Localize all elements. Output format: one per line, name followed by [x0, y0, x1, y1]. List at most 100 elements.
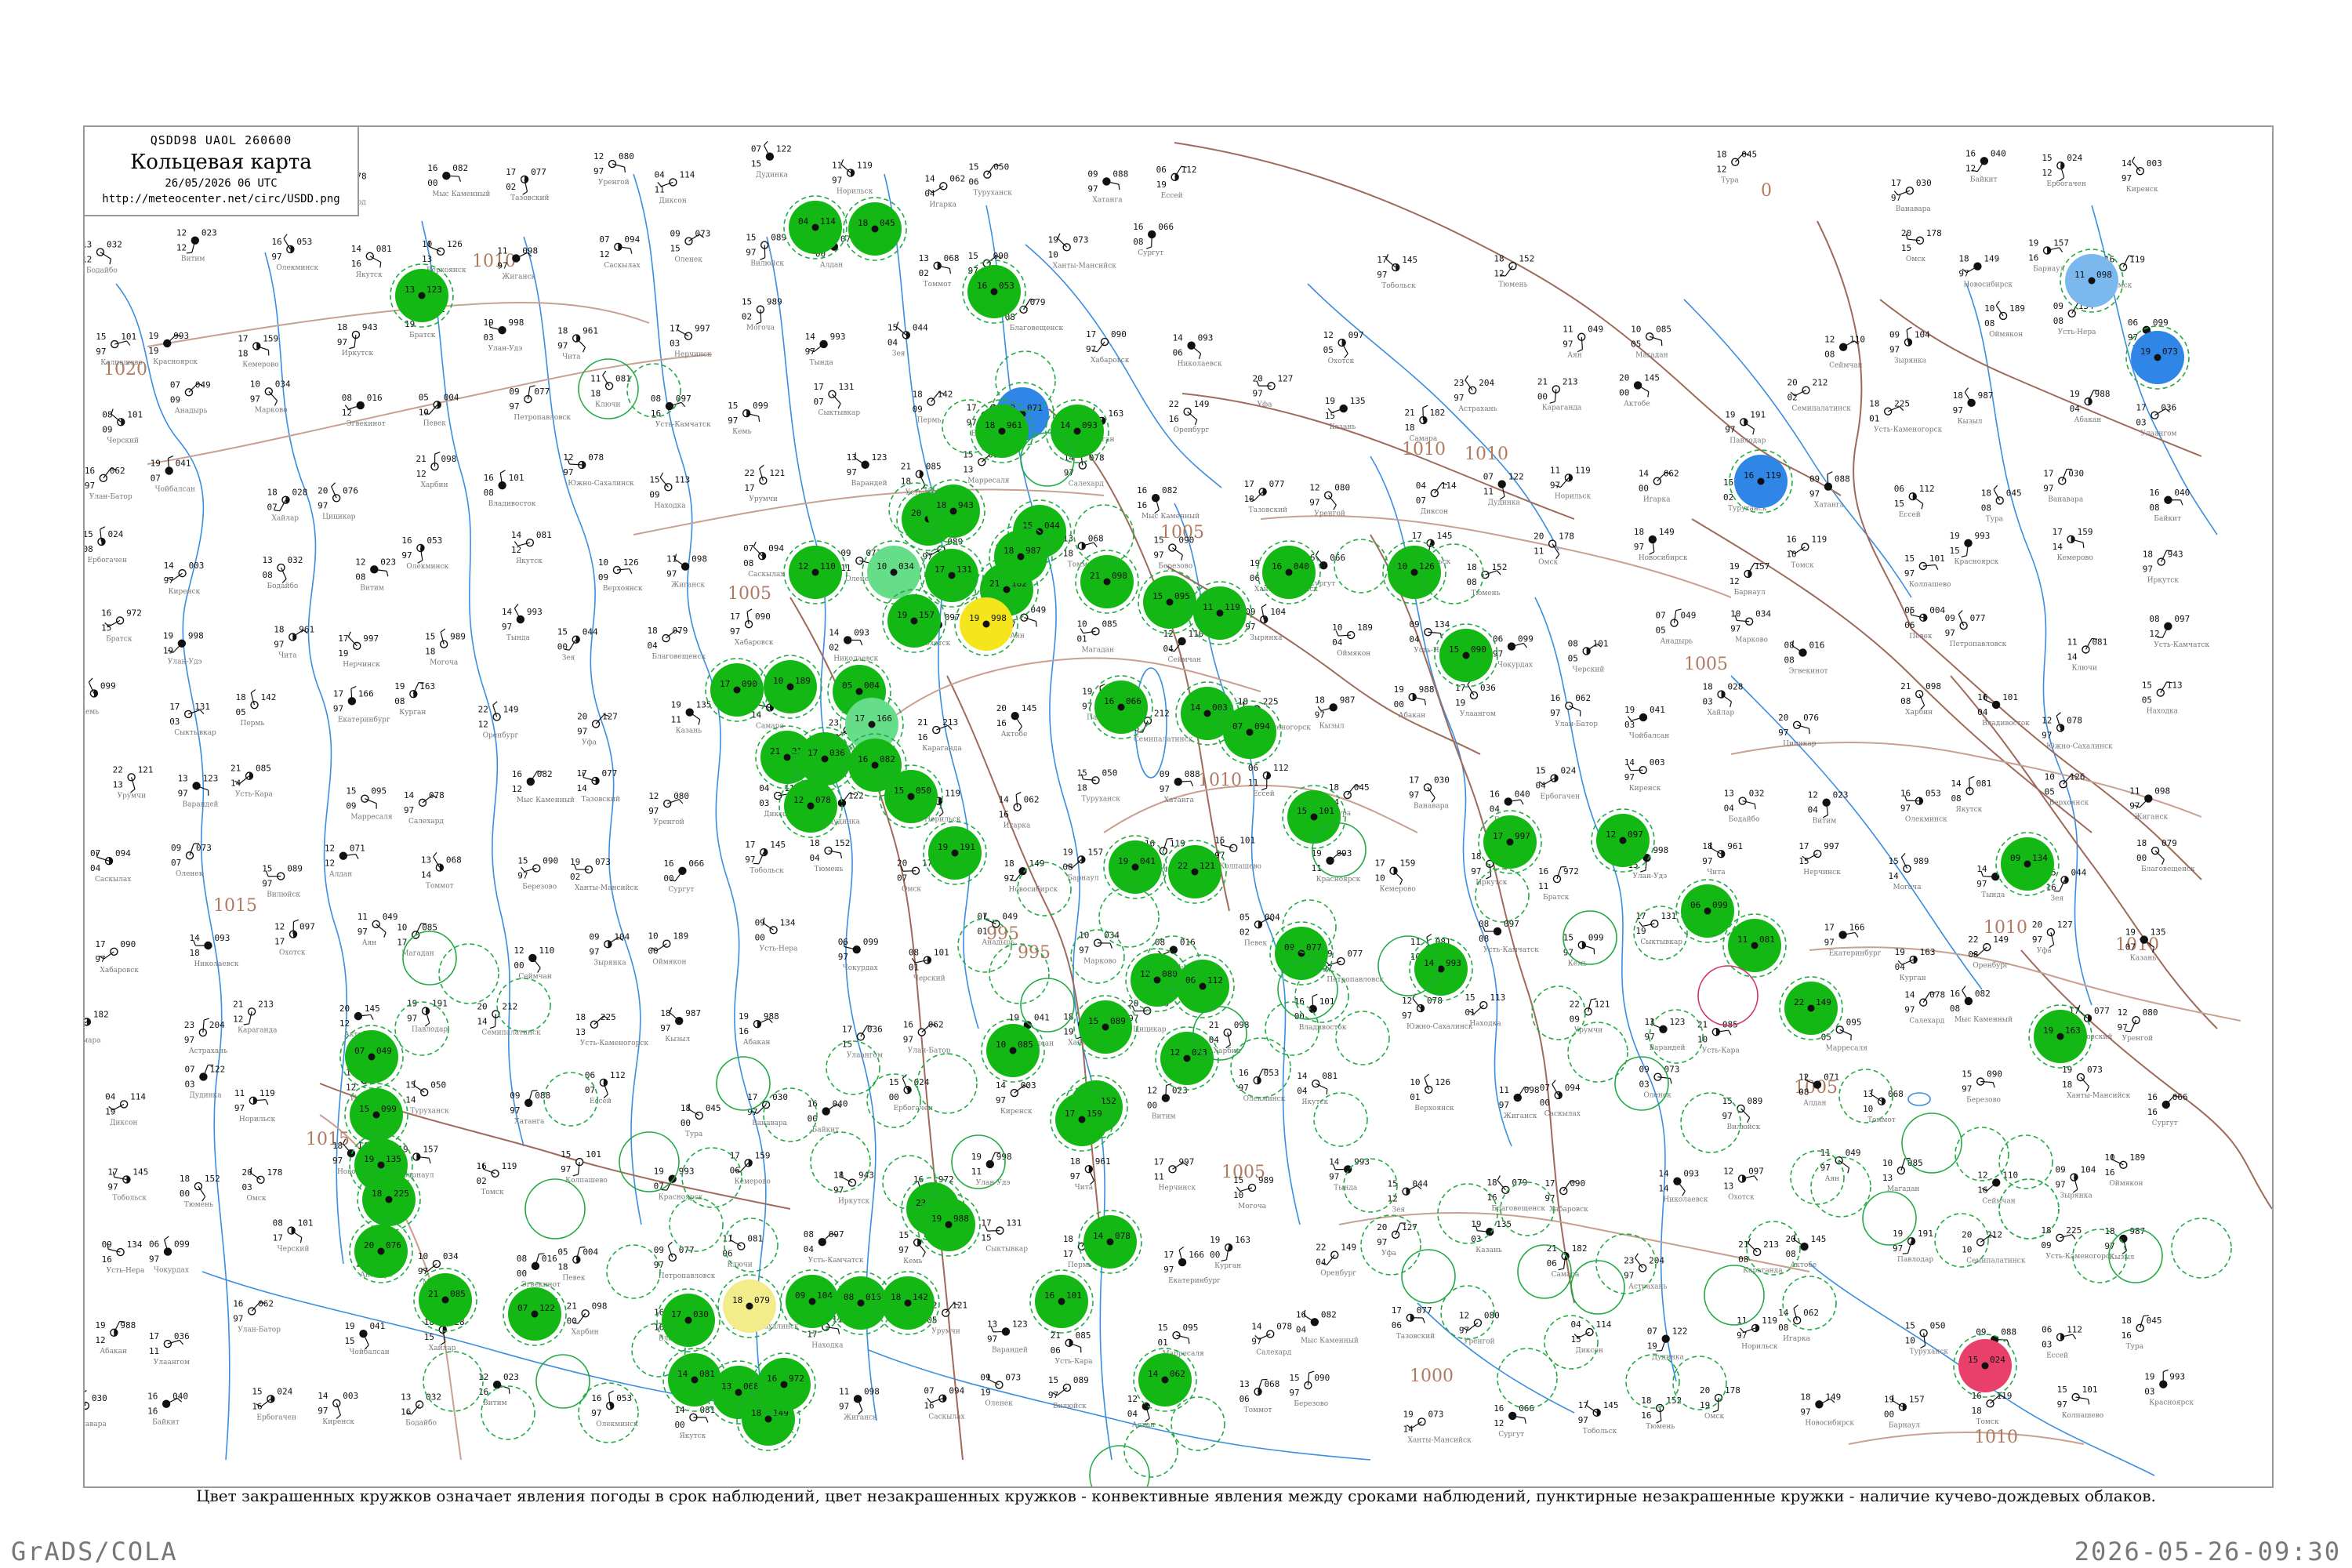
station-plot[interactable]: 19 99315 — [1950, 531, 1991, 557]
station-plot[interactable]: 1919197 — [1725, 409, 1766, 435]
station-plot[interactable]: 1104997 — [358, 912, 398, 938]
station-plot[interactable]: 07 04909 — [170, 379, 211, 405]
station-plot[interactable]: 2320497 — [1454, 375, 1494, 403]
station-plot[interactable]: 1104997 — [1820, 1148, 1861, 1174]
station-plot[interactable]: 1716697 — [1824, 922, 1865, 947]
station-plot[interactable]: 16 11902 — [477, 1161, 517, 1186]
station-plot[interactable]: 18 15208 — [1466, 562, 1507, 587]
station-plot[interactable]: 10 03497 — [1079, 931, 1120, 956]
station-plot[interactable]: 13 06810 — [1863, 1089, 1904, 1114]
station-plot[interactable]: 17 07718 — [1244, 479, 1285, 504]
weather-circle[interactable]: 99314 — [1409, 937, 1473, 1001]
station-plot[interactable]: 05 00410 — [419, 392, 459, 417]
station-plot[interactable]: 16 10108 — [484, 470, 524, 498]
station-plot[interactable]: 16 97211 — [1538, 866, 1579, 891]
station-plot[interactable]: 16 11910 — [1786, 535, 1827, 560]
convective-outline[interactable] — [481, 1385, 535, 1440]
weather-circle[interactable]: 10115 — [1282, 785, 1346, 849]
station-plot[interactable]: 21 08514 — [230, 764, 271, 789]
station-plot[interactable]: 1312397 — [987, 1319, 1028, 1344]
station-plot[interactable]: 09 07315 — [670, 229, 710, 254]
station-plot[interactable]: 18 07900 — [2136, 838, 2177, 865]
station-plot[interactable]: 19 98816 — [739, 1011, 779, 1036]
station-plot[interactable]: 16 08204 — [1296, 1309, 1337, 1334]
station-plot[interactable]: 19 13511 — [671, 700, 712, 725]
station-plot[interactable]: 06 11219 — [1156, 165, 1197, 190]
station-plot[interactable]: 04 11407 — [1416, 481, 1457, 506]
station-plot[interactable]: 14 08108 — [1951, 775, 1991, 804]
station-plot[interactable]: 20 17815 — [1901, 228, 1942, 253]
station-plot[interactable]: 07 12219 — [1647, 1327, 1688, 1352]
station-plot[interactable]: 08 10109 — [102, 408, 143, 434]
station-plot[interactable]: 16 04004 — [1490, 789, 1530, 814]
station-plot[interactable]: 17 99703 — [670, 324, 710, 349]
station-plot[interactable]: 09 07319 — [980, 1372, 1021, 1397]
station-plot[interactable]: 17 99711 — [1154, 1156, 1195, 1181]
station-plot[interactable]: 10 18916 — [2104, 1152, 2145, 1178]
station-plot[interactable]: 2320497 — [1624, 1253, 1664, 1281]
station-plot[interactable]: 19 99803 — [484, 318, 524, 343]
station-plot[interactable]: 16 05397 — [591, 1390, 632, 1418]
station-plot[interactable]: 08 01612 — [342, 393, 383, 418]
station-plot[interactable]: 16 06297 — [85, 466, 125, 491]
weather-circle[interactable]: 07709 — [1269, 921, 1334, 985]
station-plot[interactable]: 13 06818 — [1063, 533, 1104, 558]
station-plot[interactable]: 1499397 — [1329, 1156, 1370, 1181]
weather-circles[interactable]: 1231311404045180531607112178209431804415… — [339, 195, 2232, 1486]
station-plot[interactable]: 15 10197 — [1904, 554, 1945, 579]
station-plot[interactable]: 17 07706 — [1392, 1305, 1432, 1330]
station-plot[interactable]: 1111997 — [832, 158, 873, 185]
station-plot[interactable]: 19 15708 — [1062, 847, 1103, 872]
station-plot[interactable]: 1407897 — [404, 790, 445, 815]
station-plot[interactable]: 15 11301 — [1465, 993, 1505, 1018]
weather-circle[interactable]: 18910 — [758, 655, 822, 719]
station-plot[interactable]: 16 11918 — [1971, 1391, 2012, 1416]
station-plot[interactable]: 06 09997 — [838, 937, 879, 962]
weather-circle[interactable]: 07814 — [1078, 1210, 1142, 1274]
station-plot[interactable]: 16 04012 — [1965, 148, 2006, 173]
weather-circle[interactable]: 02415 — [1953, 1334, 2017, 1398]
station-plot[interactable]: 0908897 — [1809, 471, 1850, 499]
station-plot[interactable]: 1703097 — [747, 1092, 788, 1117]
station-plot[interactable]: 16 05397 — [1239, 1068, 1279, 1093]
weather-circle[interactable]: 15719 — [882, 589, 946, 653]
station-plot[interactable]: 15 05018 — [1076, 768, 1117, 793]
weather-circle[interactable]: 09821 — [1075, 550, 1139, 614]
station-plot[interactable]: 13 03208 — [263, 555, 303, 583]
weather-circle[interactable]: 10116 — [1029, 1269, 1094, 1334]
station-plot[interactable]: 08 09712 — [2149, 614, 2190, 639]
station-plot[interactable]: 15 09501 — [1158, 1323, 1199, 1348]
station-plot[interactable]: 1716697 — [333, 685, 374, 713]
station-plot[interactable]: 0908897 — [1160, 769, 1200, 794]
station-plot[interactable]: 17 07714 — [577, 768, 618, 793]
station-plot[interactable]: 2320497 — [184, 1018, 225, 1045]
station-plot[interactable]: 12 08097 — [1459, 1310, 1500, 1335]
station-plot[interactable]: 06 09997 — [1493, 634, 1534, 659]
station-plot[interactable]: 08 09704 — [804, 1229, 844, 1254]
convective-outline[interactable] — [1020, 978, 1075, 1033]
station-plot[interactable]: 20 12797 — [1377, 1222, 1417, 1247]
station-plot[interactable]: 20 17811 — [1534, 532, 1574, 560]
convective-outline[interactable] — [669, 1197, 724, 1252]
station-plot[interactable]: 14 09306 — [1173, 333, 1214, 360]
station-plot[interactable]: 09 13400 — [755, 917, 796, 942]
station-plot[interactable]: 21 21308 — [1738, 1238, 1779, 1265]
station-plot[interactable]: 09 07307 — [171, 843, 212, 868]
station-plot[interactable]: 1703097 — [85, 1389, 107, 1418]
station-plot[interactable]: 18 02807 — [267, 488, 307, 513]
weather-circle[interactable]: 09712 — [1591, 808, 1655, 873]
station-plot[interactable]: 1111997 — [1550, 465, 1591, 490]
station-plot[interactable]: 07 09416 — [924, 1386, 964, 1411]
station-plot[interactable]: 14 08112 — [511, 530, 552, 555]
station-plot[interactable]: 18 98797 — [660, 1007, 701, 1033]
thunder-outline[interactable] — [1697, 965, 1759, 1026]
station-plot[interactable]: 1703097 — [2043, 468, 2084, 493]
station-plot[interactable]: 18 04512 — [1716, 150, 1757, 175]
station-plot[interactable]: 20 14500 — [1619, 372, 1660, 397]
station-plot[interactable]: 14 08116 — [351, 244, 392, 269]
station-plot[interactable]: 16 08200 — [427, 163, 468, 188]
convective-outline[interactable] — [1171, 1396, 1225, 1451]
station-plot[interactable]: 1207897 — [2042, 712, 2082, 741]
station-plot[interactable]: 08 09716 — [651, 394, 691, 419]
weather-circle[interactable]: 08915 — [1073, 995, 1138, 1059]
